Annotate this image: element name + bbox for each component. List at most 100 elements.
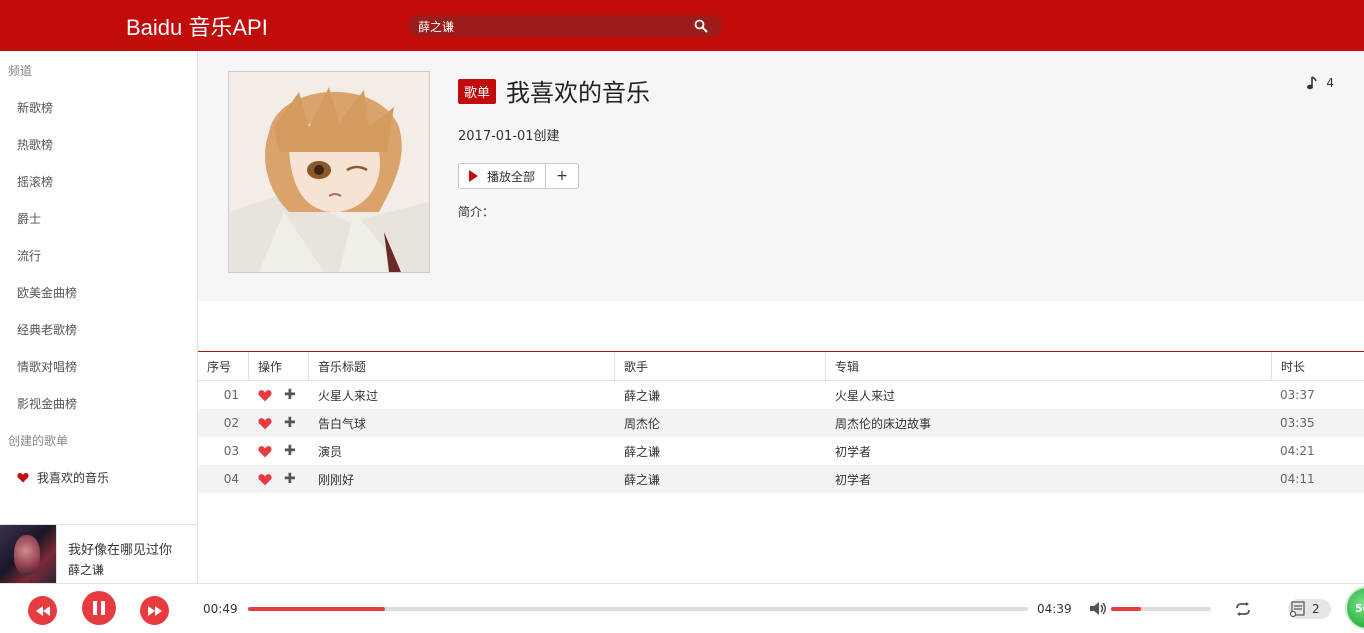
playlist-title: 我喜欢的音乐 [506, 79, 650, 107]
queue-count: 2 [1312, 602, 1320, 616]
now-playing-cover[interactable] [0, 525, 57, 584]
play-icon [469, 170, 478, 182]
column-header[interactable]: 专辑 [825, 352, 1271, 380]
column-header[interactable]: 音乐标题 [308, 352, 614, 380]
track-count: 4 [1306, 76, 1334, 90]
column-header: 序号 [207, 359, 232, 374]
heart-icon[interactable] [258, 445, 272, 458]
sidebar-item-channel[interactable]: 新歌榜 [17, 99, 53, 116]
created-date: 2017-01-01创建 [458, 129, 560, 144]
playlist-actions: 播放全部 + [458, 163, 580, 189]
sidebar-section-channels: 频道 [8, 64, 33, 78]
now-playing-title: 我好像在哪见过你 [68, 543, 173, 558]
track-number: 02 [223, 416, 239, 430]
track-artist[interactable]: 周杰伦 [614, 409, 825, 437]
heart-icon [17, 472, 29, 483]
queue-list-icon [1290, 601, 1305, 617]
add-to-playlist-icon[interactable]: ✚ [284, 471, 296, 487]
track-actions: ✚ [248, 409, 308, 437]
track-artist[interactable]: 薛之谦 [614, 465, 825, 493]
playlist-queue-button[interactable]: 2 [1288, 599, 1331, 619]
track-title[interactable]: 火星人来过 [308, 381, 614, 409]
track-artist[interactable]: 薛之谦 [614, 437, 825, 465]
track-title[interactable]: 演员 [308, 437, 614, 465]
sidebar-item-channel[interactable]: 欧美金曲榜 [17, 284, 77, 301]
playlist-info: 歌单 我喜欢的音乐 4 2017-01-01创建 播放全部 + 简介： [198, 51, 1364, 301]
sidebar-item-channel[interactable]: 影视金曲榜 [17, 395, 77, 412]
volume-icon[interactable] [1090, 601, 1107, 616]
sidebar-item-channel[interactable]: 情歌对唱榜 [17, 358, 77, 375]
sidebar: 频道 新歌榜 热歌榜 摇滚榜 爵士 流行 欧美金曲榜 经典老歌榜 情歌对唱榜 影… [0, 51, 198, 584]
table-body: 01 ✚ 火星人来过 薛之谦 火星人来过 03:37 02 ✚ 告白气球 周杰伦… [198, 381, 1364, 493]
sidebar-item-favorite[interactable]: 我喜欢的音乐 [17, 469, 109, 486]
now-playing-artist: 薛之谦 [68, 563, 105, 577]
track-title[interactable]: 告白气球 [308, 409, 614, 437]
sidebar-item-channel[interactable]: 热歌榜 [17, 136, 53, 153]
table-header: 序号 操作 音乐标题 歌手 专辑 时长 [198, 352, 1364, 381]
heart-icon[interactable] [258, 473, 272, 486]
column-header[interactable]: 时长 [1271, 352, 1364, 380]
previous-button[interactable] [28, 596, 57, 625]
add-to-playlist-icon[interactable]: ✚ [284, 443, 296, 459]
track-artist[interactable]: 薛之谦 [614, 381, 825, 409]
add-to-playlist-icon[interactable]: ✚ [284, 387, 296, 403]
sidebar-item-channel[interactable]: 经典老歌榜 [17, 321, 77, 338]
music-note-icon [1307, 76, 1318, 90]
track-duration: 04:21 [1280, 444, 1315, 458]
volume-fill [1111, 607, 1141, 611]
sidebar-item-favorite-label: 我喜欢的音乐 [37, 471, 110, 485]
track-duration: 03:37 [1280, 388, 1315, 402]
track-album[interactable]: 周杰伦的床边故事 [825, 409, 1271, 437]
table-row[interactable]: 04 ✚ 刚刚好 薛之谦 初学者 04:11 [198, 465, 1364, 493]
column-header[interactable]: 歌手 [614, 352, 825, 380]
track-title[interactable]: 刚刚好 [308, 465, 614, 493]
add-all-button[interactable]: + [546, 164, 578, 188]
track-count-value: 4 [1326, 76, 1334, 90]
progress-bar[interactable] [248, 607, 1028, 611]
loop-icon[interactable] [1234, 602, 1252, 616]
track-actions: ✚ [248, 381, 308, 409]
track-table: 序号 操作 音乐标题 歌手 专辑 时长 01 ✚ 火星人来过 薛之谦 火星人来过… [198, 351, 1364, 493]
track-number: 01 [223, 388, 239, 402]
sidebar-item-channel[interactable]: 摇滚榜 [17, 173, 53, 190]
track-duration: 04:11 [1280, 472, 1315, 486]
current-time: 00:49 [203, 602, 238, 616]
table-row[interactable]: 02 ✚ 告白气球 周杰伦 周杰伦的床边故事 03:35 [198, 409, 1364, 437]
next-button[interactable] [140, 596, 169, 625]
play-all-button[interactable]: 播放全部 [459, 164, 547, 188]
app-title[interactable]: Baidu 音乐API [126, 10, 268, 42]
floating-badge[interactable]: 50 [1345, 586, 1364, 630]
track-album[interactable]: 火星人来过 [825, 381, 1271, 409]
volume-slider[interactable] [1111, 607, 1211, 611]
track-number: 04 [223, 472, 239, 486]
track-actions: ✚ [248, 465, 308, 493]
pause-button[interactable] [82, 591, 116, 625]
track-album[interactable]: 初学者 [825, 437, 1271, 465]
search-box[interactable]: 薛之谦 [408, 15, 722, 37]
track-album[interactable]: 初学者 [825, 465, 1271, 493]
rewind-icon [35, 605, 50, 616]
track-actions: ✚ [248, 437, 308, 465]
fast-forward-icon [147, 605, 162, 616]
cover-illustration [229, 72, 429, 272]
add-to-playlist-icon[interactable]: ✚ [284, 415, 296, 431]
search-icon[interactable] [694, 19, 708, 33]
play-all-label: 播放全部 [487, 169, 536, 184]
table-row[interactable]: 01 ✚ 火星人来过 薛之谦 火星人来过 03:37 [198, 381, 1364, 409]
total-time: 04:39 [1037, 602, 1072, 616]
track-duration: 03:35 [1280, 416, 1315, 430]
table-row[interactable]: 03 ✚ 演员 薛之谦 初学者 04:21 [198, 437, 1364, 465]
sidebar-section-created: 创建的歌单 [8, 434, 69, 448]
progress-fill [248, 607, 385, 611]
main-content: 歌单 我喜欢的音乐 4 2017-01-01创建 播放全部 + 简介： 序号 操… [198, 51, 1364, 583]
heart-icon[interactable] [258, 389, 272, 402]
sidebar-item-channel[interactable]: 爵士 [17, 210, 41, 227]
now-playing-card[interactable]: 我好像在哪见过你 薛之谦 [0, 524, 198, 584]
search-input[interactable]: 薛之谦 [418, 18, 454, 35]
sidebar-item-channel[interactable]: 流行 [17, 247, 41, 264]
playlist-tag: 歌单 [458, 79, 497, 104]
player-bar: 00:49 04:39 2 50 [0, 583, 1364, 633]
heart-icon[interactable] [258, 417, 272, 430]
track-number: 03 [223, 444, 239, 458]
column-header: 操作 [248, 352, 308, 380]
